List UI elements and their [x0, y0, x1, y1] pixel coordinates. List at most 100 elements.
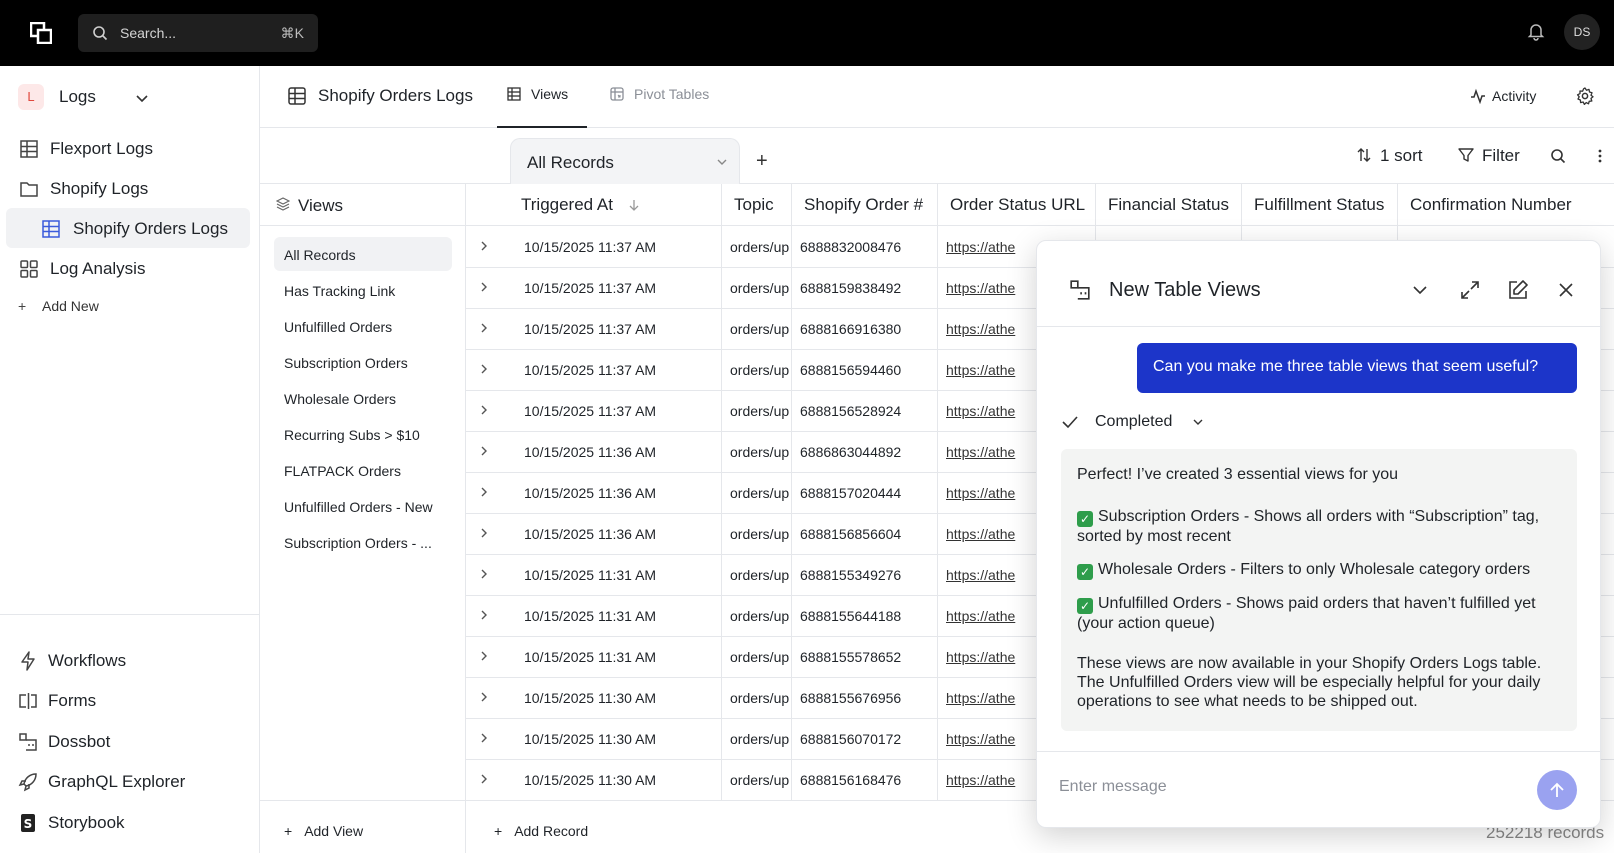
table-cell-text: orders/up: [730, 403, 790, 419]
reply-item: ✓ Wholesale Orders - Filters to only Whol…: [1077, 560, 1563, 580]
table-cell-text: 10/15/2025 11:37 AM: [524, 280, 657, 296]
expand-icon[interactable]: [1459, 279, 1481, 301]
table-cell: orders/up: [722, 472, 792, 514]
add-record-button[interactable]: + Add Record: [494, 823, 588, 839]
chevron-right-icon[interactable]: [478, 445, 490, 457]
tab-views[interactable]: Views: [497, 86, 587, 128]
sidebar-item-shopify-orders-logs[interactable]: Shopify Orders Logs: [6, 208, 250, 248]
table-cell-text: orders/up: [730, 772, 790, 788]
search-bar[interactable]: Search... ⌘K: [78, 14, 318, 52]
chevron-right-icon[interactable]: [478, 363, 490, 375]
chevron-right-icon[interactable]: [478, 404, 490, 416]
gear-icon[interactable]: [1576, 87, 1594, 105]
chevron-right-icon[interactable]: [478, 732, 490, 744]
view-item[interactable]: Subscription Orders - ...: [274, 525, 452, 559]
add-new-button[interactable]: + Add New: [18, 298, 99, 314]
sidebar-item-graphql-explorer[interactable]: GraphQL Explorer: [6, 761, 250, 801]
filter-label: Filter: [1482, 146, 1520, 165]
column-header-shopify-order[interactable]: Shopify Order #: [792, 184, 938, 226]
view-selector[interactable]: All Records: [510, 138, 740, 184]
close-icon[interactable]: [1555, 279, 1577, 301]
column-header-triggered-at[interactable]: Triggered At: [466, 184, 722, 226]
table-cell-text: 6888156528924: [800, 403, 902, 419]
table-cell-text: orders/up: [730, 608, 790, 624]
table-cell: 10/15/2025 11:30 AM: [466, 718, 722, 760]
view-item[interactable]: FLATPACK Orders: [274, 453, 452, 487]
column-header-fulfillment-status[interactable]: Fulfillment Status: [1242, 184, 1398, 226]
chevron-right-icon[interactable]: [478, 568, 490, 580]
sidebar-item-workflows[interactable]: Workflows: [6, 640, 250, 680]
column-header-label: Order Status URL: [950, 195, 1086, 214]
sort-button[interactable]: 1 sort: [1356, 146, 1423, 166]
chevron-right-icon[interactable]: [478, 609, 490, 621]
column-header-confirmation-number[interactable]: Confirmation Number: [1398, 184, 1614, 226]
chevron-right-icon[interactable]: [478, 486, 490, 498]
user-avatar[interactable]: DS: [1564, 14, 1600, 50]
reply-item: ✓ Subscription Orders - Shows all orders …: [1077, 507, 1563, 546]
chevron-right-icon[interactable]: [478, 650, 490, 662]
view-item[interactable]: Unfulfilled Orders: [274, 309, 452, 343]
plus-icon: +: [284, 823, 293, 839]
table-cell-text: https://athe: [946, 731, 1016, 747]
table-cell-text: orders/up: [730, 362, 790, 378]
pivot-table-icon: [610, 87, 624, 101]
sidebar-item-label: Forms: [48, 691, 97, 710]
chevron-right-icon[interactable]: [478, 773, 490, 785]
app-logo-icon[interactable]: [30, 22, 52, 44]
chevron-right-icon[interactable]: [478, 240, 490, 252]
table-cell: orders/up: [722, 759, 792, 800]
rocket-icon: [18, 773, 37, 792]
table-cell-text: 6888155349276: [800, 567, 902, 583]
table-cell: 10/15/2025 11:36 AM: [466, 513, 722, 555]
sort-icon: [1357, 148, 1371, 162]
filter-button[interactable]: Filter: [1458, 146, 1520, 166]
sidebar-item-dossbot[interactable]: Dossbot: [6, 721, 250, 761]
view-item[interactable]: Subscription Orders: [274, 345, 452, 379]
column-header-financial-status[interactable]: Financial Status: [1096, 184, 1242, 226]
workspace-switcher[interactable]: L Logs: [18, 84, 238, 110]
chevron-right-icon[interactable]: [478, 322, 490, 334]
view-item[interactable]: All Records: [274, 237, 452, 271]
table-cell-text: 10/15/2025 11:30 AM: [524, 772, 657, 788]
chevron-right-icon[interactable]: [478, 527, 490, 539]
chevron-right-icon[interactable]: [478, 281, 490, 293]
message-input[interactable]: [1059, 772, 1499, 802]
workspace-name: Logs: [59, 87, 96, 106]
search-icon[interactable]: [1550, 148, 1566, 164]
grid-icon: [20, 260, 38, 278]
more-options-icon[interactable]: [1596, 148, 1604, 164]
view-item[interactable]: Wholesale Orders: [274, 381, 452, 415]
table-cell-text: 10/15/2025 11:31 AM: [524, 649, 657, 665]
table-icon: [288, 87, 306, 105]
table-cell-text: 6888155676956: [800, 690, 902, 706]
view-item[interactable]: Recurring Subs > $10: [274, 417, 452, 451]
view-item[interactable]: Unfulfilled Orders - New: [274, 489, 452, 523]
table-cell-text: 10/15/2025 11:37 AM: [524, 239, 657, 255]
bell-icon[interactable]: [1526, 21, 1546, 41]
table-cell: 6888156528924: [792, 390, 938, 432]
add-view-button[interactable]: + Add View: [260, 800, 466, 853]
reply-item-text: Unfulfilled Orders - Shows paid orders t…: [1077, 595, 1536, 632]
storybook-icon: S: [21, 814, 35, 832]
table-cell: 10/15/2025 11:31 AM: [466, 636, 722, 678]
sidebar-item-flexport-logs[interactable]: Flexport Logs: [6, 128, 250, 168]
table-cell: orders/up: [722, 308, 792, 350]
checkmark-icon: [1062, 416, 1078, 429]
table-cell-text: orders/up: [730, 321, 790, 337]
sidebar-item-label: Shopify Orders Logs: [73, 219, 228, 238]
sidebar-item-storybook[interactable]: S Storybook: [6, 802, 250, 842]
chevron-right-icon[interactable]: [478, 691, 490, 703]
table-cell-text: https://athe: [946, 526, 1016, 542]
view-item[interactable]: Has Tracking Link: [274, 273, 452, 307]
send-button[interactable]: [1537, 770, 1577, 810]
new-chat-edit-icon[interactable]: [1507, 279, 1529, 301]
sidebar-item-shopify-logs[interactable]: Shopify Logs: [6, 168, 250, 208]
column-header-order-status-url[interactable]: Order Status URL: [938, 184, 1096, 226]
sidebar-item-log-analysis[interactable]: Log Analysis: [6, 248, 250, 288]
table-cell-text: 6888155644188: [800, 608, 902, 624]
add-view-tab-button[interactable]: +: [756, 150, 768, 173]
tab-pivot-tables[interactable]: Pivot Tables: [610, 86, 720, 128]
column-header-topic[interactable]: Topic: [722, 184, 792, 226]
sidebar-item-forms[interactable]: Forms: [6, 680, 250, 720]
chevron-down-icon[interactable]: [1409, 279, 1431, 301]
